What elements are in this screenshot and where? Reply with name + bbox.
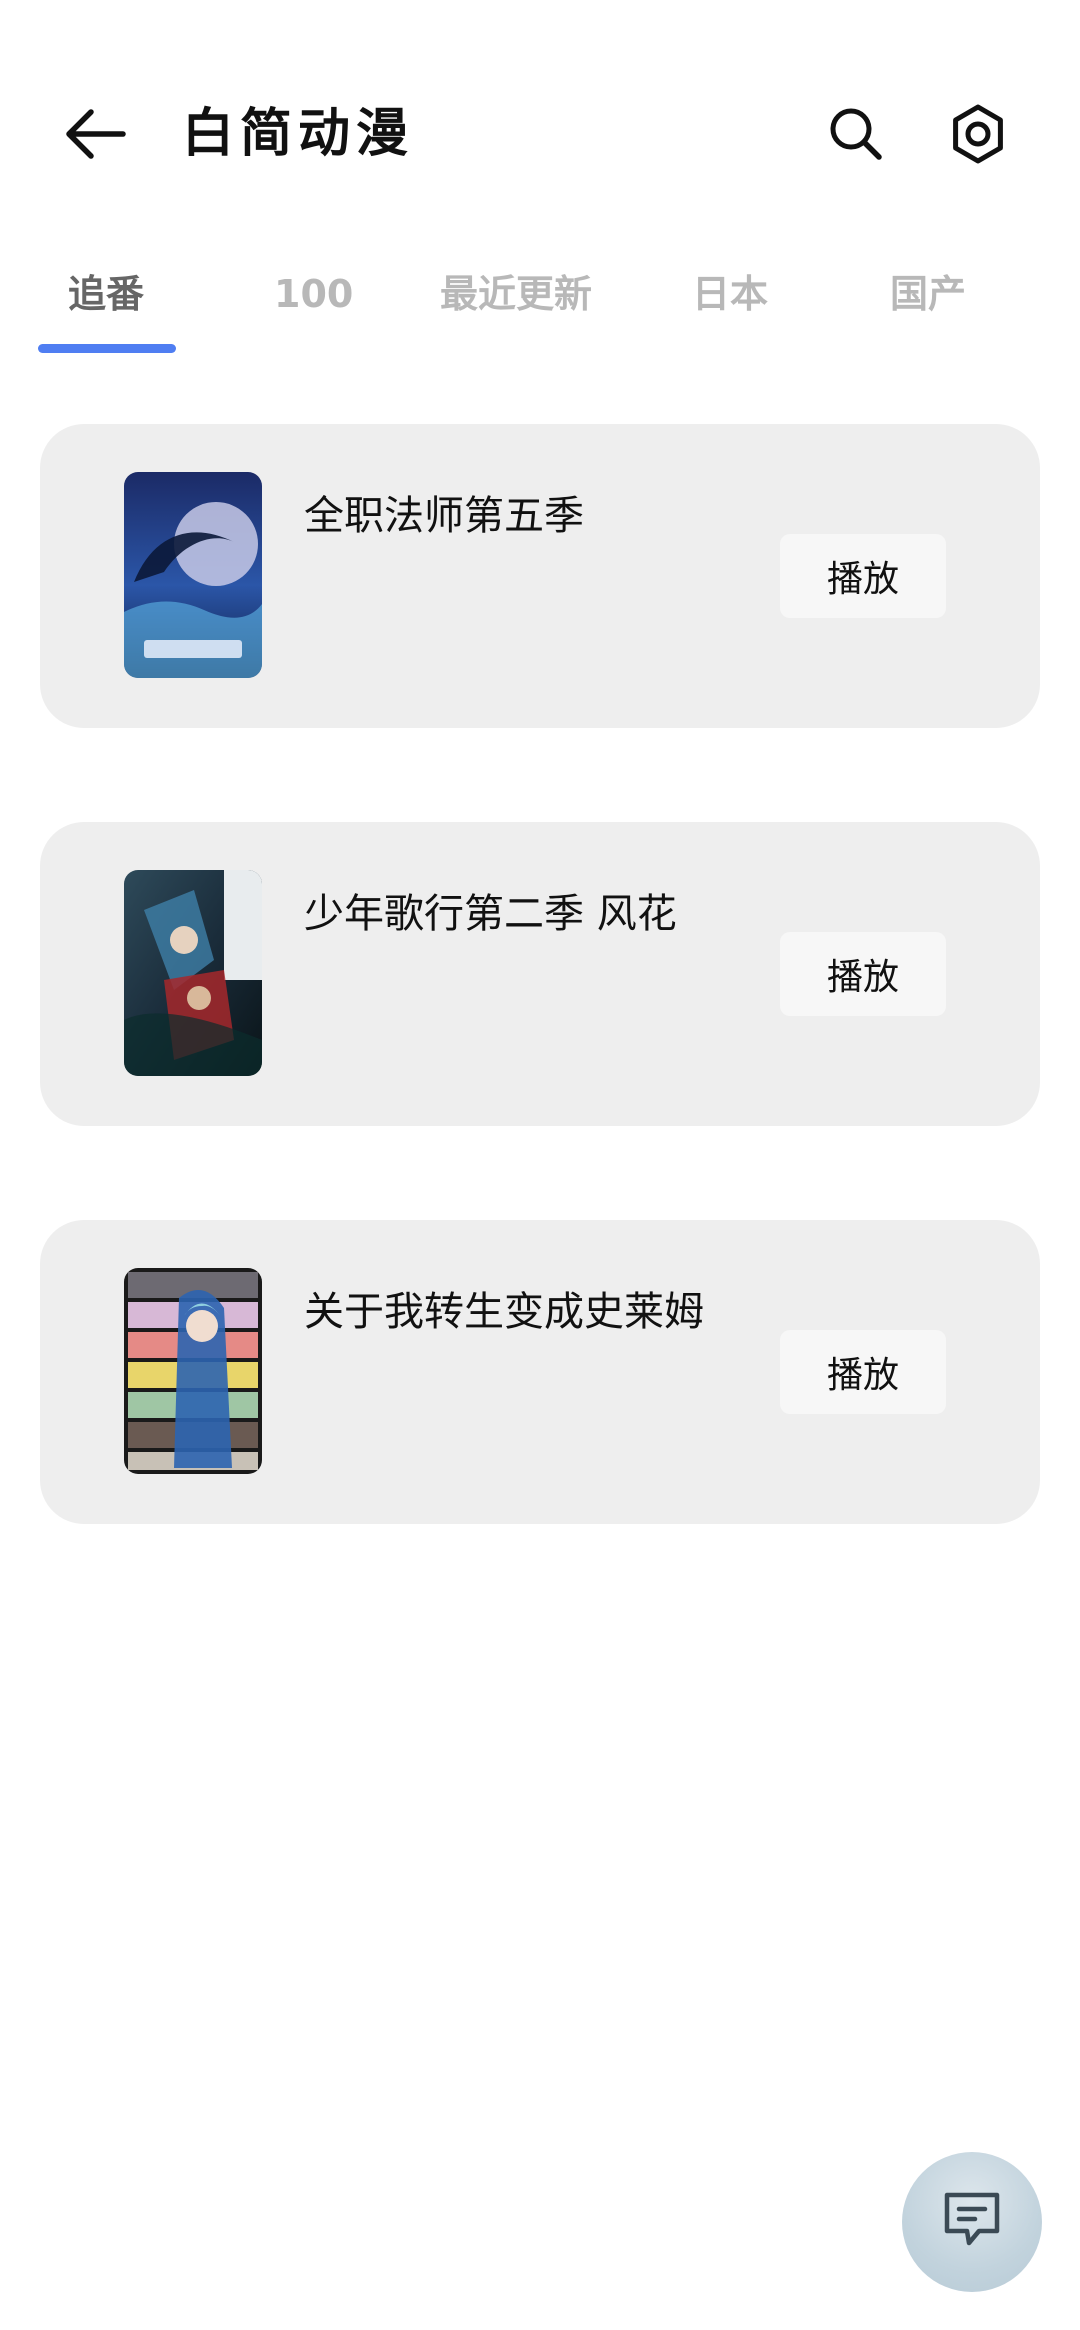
play-button[interactable]: 播放	[780, 932, 946, 1016]
active-tab-indicator	[38, 344, 176, 353]
settings-button[interactable]	[934, 92, 1022, 180]
anime-title: 少年歌行第二季 风花	[304, 891, 677, 937]
anime-poster	[124, 472, 262, 678]
anime-poster	[124, 1268, 262, 1474]
anime-card[interactable]: 关于我转生变成史莱姆 播放	[40, 1220, 1040, 1524]
chat-message-icon	[939, 2187, 1005, 2257]
search-button[interactable]	[812, 92, 900, 180]
tab-recent-updates[interactable]: 最近更新	[440, 264, 592, 324]
page-title: 白简动漫	[182, 104, 415, 164]
arrow-left-icon	[65, 108, 127, 164]
anime-poster	[124, 870, 262, 1076]
anime-title: 全职法师第五季	[304, 493, 584, 539]
anime-card[interactable]: 全职法师第五季 播放	[40, 424, 1040, 728]
top-app-bar: 白简动漫	[0, 70, 1080, 180]
back-button[interactable]	[52, 92, 140, 180]
search-icon	[828, 106, 884, 166]
anime-title: 关于我转生变成史莱姆	[304, 1289, 704, 1335]
tab-domestic[interactable]: 国产	[890, 264, 966, 324]
play-button[interactable]: 播放	[780, 1330, 946, 1414]
tab-100[interactable]: 100	[274, 264, 353, 324]
play-button[interactable]: 播放	[780, 534, 946, 618]
gear-icon	[947, 103, 1009, 169]
category-tabs: 追番 100 最近更新 日本 国产	[0, 250, 1080, 360]
anime-card[interactable]: 少年歌行第二季 风花 播放	[40, 822, 1040, 1126]
app-screen: 白简动漫 追番 100 最近更新 日本 国产 全职法师第五季 播放 少年歌行第二…	[0, 0, 1080, 2330]
tab-zhuifan[interactable]: 追番	[68, 264, 144, 324]
tab-japan[interactable]: 日本	[692, 264, 768, 324]
feedback-button[interactable]	[902, 2152, 1042, 2292]
